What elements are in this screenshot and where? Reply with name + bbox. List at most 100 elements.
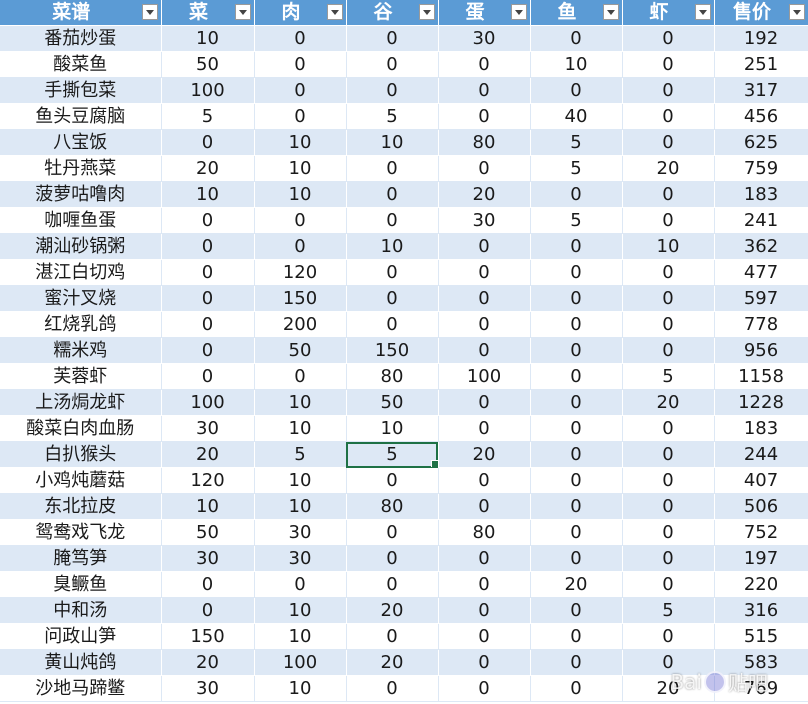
value-cell[interactable]: 0 bbox=[438, 467, 531, 494]
value-cell[interactable]: 100 bbox=[254, 649, 347, 676]
value-cell[interactable]: 752 bbox=[714, 519, 808, 546]
value-cell[interactable]: 1228 bbox=[714, 389, 808, 416]
value-cell[interactable]: 0 bbox=[254, 103, 347, 130]
fill-handle[interactable] bbox=[430, 460, 437, 467]
value-cell[interactable]: 20 bbox=[438, 441, 531, 468]
value-cell[interactable]: 0 bbox=[438, 337, 531, 364]
value-cell[interactable]: 220 bbox=[714, 571, 808, 598]
value-cell[interactable]: 10 bbox=[254, 623, 347, 650]
value-cell[interactable]: 183 bbox=[714, 181, 808, 208]
filter-dropdown-icon[interactable] bbox=[602, 4, 619, 20]
value-cell[interactable]: 0 bbox=[530, 545, 623, 572]
column-header-2[interactable]: 肉 bbox=[254, 0, 347, 26]
value-cell[interactable]: 0 bbox=[622, 571, 715, 598]
value-cell[interactable]: 150 bbox=[254, 285, 347, 312]
value-cell[interactable]: 0 bbox=[254, 571, 347, 598]
filter-dropdown-icon[interactable] bbox=[234, 4, 251, 20]
value-cell[interactable]: 0 bbox=[530, 77, 623, 104]
value-cell[interactable]: 1158 bbox=[714, 363, 808, 390]
value-cell[interactable]: 10 bbox=[346, 233, 439, 260]
value-cell[interactable]: 5 bbox=[622, 363, 715, 390]
value-cell[interactable]: 597 bbox=[714, 285, 808, 312]
value-cell[interactable]: 0 bbox=[622, 129, 715, 156]
recipe-name-cell[interactable]: 鱼头豆腐脑 bbox=[0, 103, 162, 130]
value-cell[interactable]: 40 bbox=[530, 103, 623, 130]
value-cell[interactable]: 0 bbox=[438, 649, 531, 676]
value-cell[interactable]: 5 bbox=[530, 155, 623, 182]
value-cell[interactable]: 0 bbox=[622, 493, 715, 520]
recipe-name-cell[interactable]: 沙地马蹄鳖 bbox=[0, 675, 162, 702]
value-cell[interactable]: 50 bbox=[161, 519, 255, 546]
value-cell[interactable]: 30 bbox=[254, 545, 347, 572]
recipe-name-cell[interactable]: 八宝饭 bbox=[0, 129, 162, 156]
value-cell[interactable]: 0 bbox=[346, 467, 439, 494]
value-cell[interactable]: 0 bbox=[622, 623, 715, 650]
value-cell[interactable]: 0 bbox=[346, 675, 439, 702]
recipe-name-cell[interactable]: 问政山笋 bbox=[0, 623, 162, 650]
column-header-4[interactable]: 蛋 bbox=[438, 0, 531, 26]
value-cell[interactable]: 0 bbox=[622, 77, 715, 104]
value-cell[interactable]: 0 bbox=[161, 259, 255, 286]
value-cell[interactable]: 0 bbox=[254, 25, 347, 52]
value-cell[interactable]: 0 bbox=[254, 51, 347, 78]
value-cell[interactable]: 150 bbox=[161, 623, 255, 650]
value-cell[interactable]: 30 bbox=[438, 207, 531, 234]
value-cell[interactable]: 30 bbox=[438, 25, 531, 52]
value-cell[interactable]: 80 bbox=[438, 519, 531, 546]
value-cell[interactable]: 0 bbox=[161, 233, 255, 260]
value-cell[interactable]: 251 bbox=[714, 51, 808, 78]
value-cell[interactable]: 20 bbox=[622, 389, 715, 416]
value-cell[interactable]: 0 bbox=[346, 519, 439, 546]
value-cell[interactable]: 0 bbox=[622, 545, 715, 572]
value-cell[interactable]: 0 bbox=[622, 103, 715, 130]
recipe-name-cell[interactable]: 湛江白切鸡 bbox=[0, 259, 162, 286]
value-cell[interactable]: 20 bbox=[346, 597, 439, 624]
column-header-6[interactable]: 虾 bbox=[622, 0, 715, 26]
value-cell[interactable]: 50 bbox=[161, 51, 255, 78]
value-cell[interactable]: 5 bbox=[622, 597, 715, 624]
value-cell[interactable]: 0 bbox=[161, 285, 255, 312]
value-cell[interactable]: 0 bbox=[438, 415, 531, 442]
value-cell[interactable]: 0 bbox=[530, 181, 623, 208]
value-cell[interactable]: 0 bbox=[438, 311, 531, 338]
recipe-name-cell[interactable]: 糯米鸡 bbox=[0, 337, 162, 364]
value-cell[interactable]: 0 bbox=[622, 207, 715, 234]
value-cell[interactable]: 241 bbox=[714, 207, 808, 234]
value-cell[interactable]: 80 bbox=[438, 129, 531, 156]
value-cell[interactable]: 0 bbox=[438, 103, 531, 130]
value-cell[interactable]: 316 bbox=[714, 597, 808, 624]
value-cell[interactable]: 197 bbox=[714, 545, 808, 572]
value-cell[interactable]: 0 bbox=[530, 311, 623, 338]
value-cell[interactable]: 0 bbox=[622, 519, 715, 546]
value-cell[interactable]: 0 bbox=[438, 233, 531, 260]
value-cell[interactable]: 0 bbox=[622, 441, 715, 468]
recipe-name-cell[interactable]: 小鸡炖蘑菇 bbox=[0, 467, 162, 494]
value-cell[interactable]: 20 bbox=[161, 441, 255, 468]
value-cell[interactable]: 0 bbox=[346, 571, 439, 598]
value-cell[interactable]: 0 bbox=[530, 415, 623, 442]
value-cell[interactable]: 0 bbox=[161, 207, 255, 234]
value-cell[interactable]: 0 bbox=[161, 571, 255, 598]
column-header-0[interactable]: 菜谱 bbox=[0, 0, 162, 26]
filter-dropdown-icon[interactable] bbox=[418, 4, 435, 20]
recipe-name-cell[interactable]: 腌笃笋 bbox=[0, 545, 162, 572]
value-cell[interactable]: 0 bbox=[438, 623, 531, 650]
value-cell[interactable]: 0 bbox=[438, 545, 531, 572]
value-cell[interactable]: 10 bbox=[254, 493, 347, 520]
value-cell[interactable]: 0 bbox=[622, 649, 715, 676]
recipe-name-cell[interactable]: 红烧乳鸽 bbox=[0, 311, 162, 338]
value-cell[interactable]: 0 bbox=[346, 51, 439, 78]
recipe-name-cell[interactable]: 潮汕砂锅粥 bbox=[0, 233, 162, 260]
value-cell[interactable]: 0 bbox=[254, 77, 347, 104]
value-cell[interactable]: 10 bbox=[254, 467, 347, 494]
value-cell[interactable]: 0 bbox=[530, 285, 623, 312]
value-cell[interactable]: 200 bbox=[254, 311, 347, 338]
recipe-name-cell[interactable]: 手撕包菜 bbox=[0, 77, 162, 104]
value-cell[interactable]: 0 bbox=[530, 493, 623, 520]
recipe-name-cell[interactable]: 酸菜鱼 bbox=[0, 51, 162, 78]
value-cell[interactable]: 10 bbox=[254, 675, 347, 702]
value-cell[interactable]: 100 bbox=[438, 363, 531, 390]
value-cell[interactable]: 20 bbox=[622, 155, 715, 182]
value-cell[interactable]: 0 bbox=[438, 493, 531, 520]
recipe-name-cell[interactable]: 白扒猴头 bbox=[0, 441, 162, 468]
